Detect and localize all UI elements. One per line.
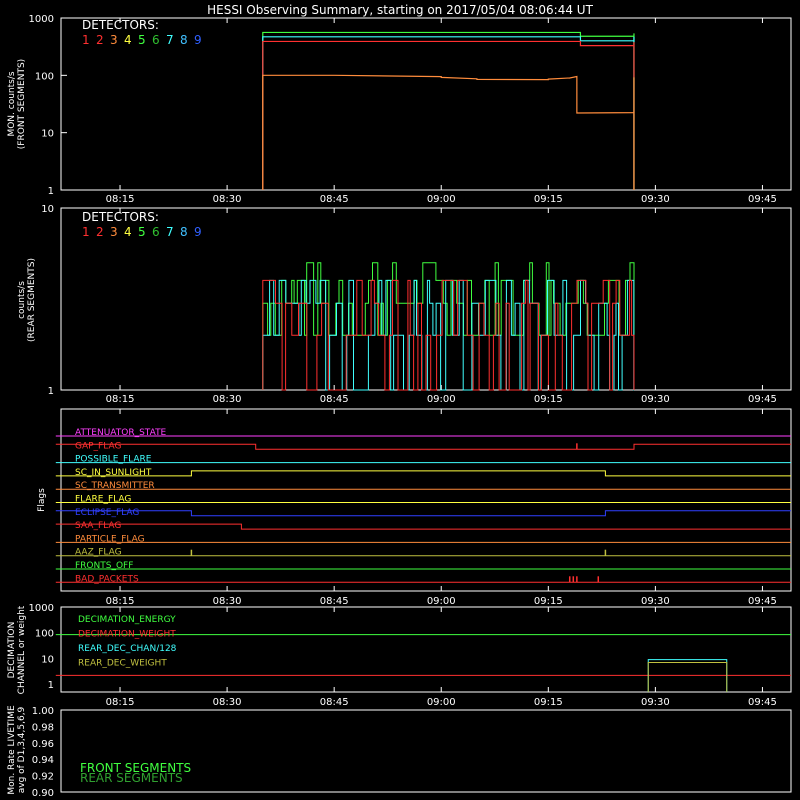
x-tick-label: 08:45: [320, 194, 349, 205]
legend-detector-3: 3: [110, 33, 118, 47]
flag-line: [55, 523, 791, 530]
y-tick-label: 0.98: [32, 722, 54, 733]
y-tick-label: 1: [48, 680, 54, 691]
livetime-y-label: Mon. Rate LIVETIME: [7, 705, 17, 795]
legend-detector-8: 8: [180, 33, 188, 47]
livetime-legend-label: REAR SEGMENTS: [80, 771, 183, 785]
legend-detector-2: 2: [96, 225, 104, 239]
front-series-line: [262, 40, 635, 190]
chart-title: HESSI Observing Summary, starting on 201…: [207, 3, 593, 17]
y-tick-label: 1.00: [32, 706, 54, 717]
x-tick-label: 08:45: [320, 394, 349, 405]
legend-detector-5: 5: [138, 33, 146, 47]
y-tick-label: 0.92: [32, 772, 54, 783]
y-tick-label: 100: [35, 629, 54, 640]
decimation-legend-label: DECIMATION_WEIGHT: [78, 630, 176, 640]
flag-label: GAP_FLAG: [75, 441, 121, 451]
legend-detector-7: 7: [166, 225, 174, 239]
legend-detector-3: 3: [110, 225, 118, 239]
y-tick-label: 1: [48, 386, 54, 397]
legend-detector-9: 9: [194, 225, 202, 239]
x-tick-label: 08:30: [213, 697, 242, 708]
x-tick-label: 09:30: [641, 194, 670, 205]
decimation-legend-label: REAR_DEC_WEIGHT: [78, 659, 167, 669]
legend-detector-4: 4: [124, 225, 132, 239]
x-tick-label: 09:45: [748, 394, 777, 405]
decimation-y-label: DECIMATION: [7, 622, 17, 679]
x-tick-label: 09:30: [641, 697, 670, 708]
hessi-summary-chart: HESSI Observing Summary, starting on 201…: [7, 3, 792, 799]
x-tick-label: 09:15: [534, 596, 563, 607]
legend-detector-7: 7: [166, 33, 174, 47]
x-tick-label: 09:45: [748, 596, 777, 607]
decimation-legend-label: REAR_DEC_CHAN/128: [78, 644, 177, 654]
x-tick-label: 09:15: [534, 394, 563, 405]
flag-line: [55, 470, 791, 477]
livetime-y-label: avg of D1,3,4,5,6,9: [17, 706, 27, 793]
x-tick-label: 09:00: [427, 394, 456, 405]
y-tick-label: 100: [35, 71, 54, 82]
x-tick-label: 09:45: [748, 194, 777, 205]
x-tick-label: 08:30: [213, 596, 242, 607]
legend-detector-1: 1: [82, 225, 90, 239]
x-tick-label: 09:30: [641, 394, 670, 405]
legend-detector-8: 8: [180, 225, 188, 239]
y-tick-label: 10: [41, 129, 54, 140]
legend-detector-4: 4: [124, 33, 132, 47]
y-tick-label: 0.94: [32, 755, 54, 766]
front-series-line: [262, 31, 635, 190]
rear-series-line: [262, 262, 635, 390]
x-tick-label: 09:45: [748, 697, 777, 708]
x-tick-label: 08:45: [320, 596, 349, 607]
decimation-legend-label: DECIMATION_ENERGY: [78, 615, 176, 625]
y-tick-label: 10: [41, 654, 54, 665]
x-tick-label: 09:00: [427, 697, 456, 708]
y-tick-label: 0.90: [32, 788, 54, 799]
legend-detector-5: 5: [138, 225, 146, 239]
rear-y-label: counts/s: [17, 281, 27, 319]
x-tick-label: 09:15: [534, 194, 563, 205]
front-y-label: MON. counts/s: [7, 71, 17, 136]
x-tick-label: 08:30: [213, 394, 242, 405]
x-tick-label: 09:30: [641, 596, 670, 607]
legend-detector-9: 9: [194, 33, 202, 47]
decimation-series-line: [647, 661, 728, 692]
flag-line: [55, 443, 791, 450]
flags-y-label: Flags: [37, 488, 47, 512]
front-series-line: [262, 74, 635, 190]
y-tick-label: 1000: [29, 14, 54, 25]
x-tick-label: 08:15: [106, 596, 135, 607]
x-tick-label: 08:15: [106, 194, 135, 205]
legend-detector-2: 2: [96, 33, 104, 47]
y-tick-label: 0.96: [32, 739, 54, 750]
x-tick-label: 08:15: [106, 697, 135, 708]
flag-label: SAA_FLAG: [75, 521, 121, 531]
y-tick-label: 1000: [29, 603, 54, 614]
legend-detector-6: 6: [152, 33, 160, 47]
x-tick-label: 09:00: [427, 596, 456, 607]
rear-y-label: (REAR SEGMENTS): [27, 258, 37, 342]
x-tick-label: 08:15: [106, 394, 135, 405]
x-tick-label: 08:30: [213, 194, 242, 205]
flag-label: ECLIPSE_FLAG: [75, 508, 139, 518]
front-y-label: (FRONT SEGMENTS): [17, 59, 27, 149]
decimation-y-label: CHANNEL or weight: [17, 605, 27, 694]
x-tick-label: 09:00: [427, 194, 456, 205]
legend-detector-1: 1: [82, 33, 90, 47]
y-tick-label: 10: [41, 204, 54, 215]
flag-line: [55, 510, 791, 517]
x-tick-label: 08:45: [320, 697, 349, 708]
y-tick-label: 1: [48, 186, 54, 197]
legend-detector-6: 6: [152, 225, 160, 239]
x-tick-label: 09:15: [534, 697, 563, 708]
